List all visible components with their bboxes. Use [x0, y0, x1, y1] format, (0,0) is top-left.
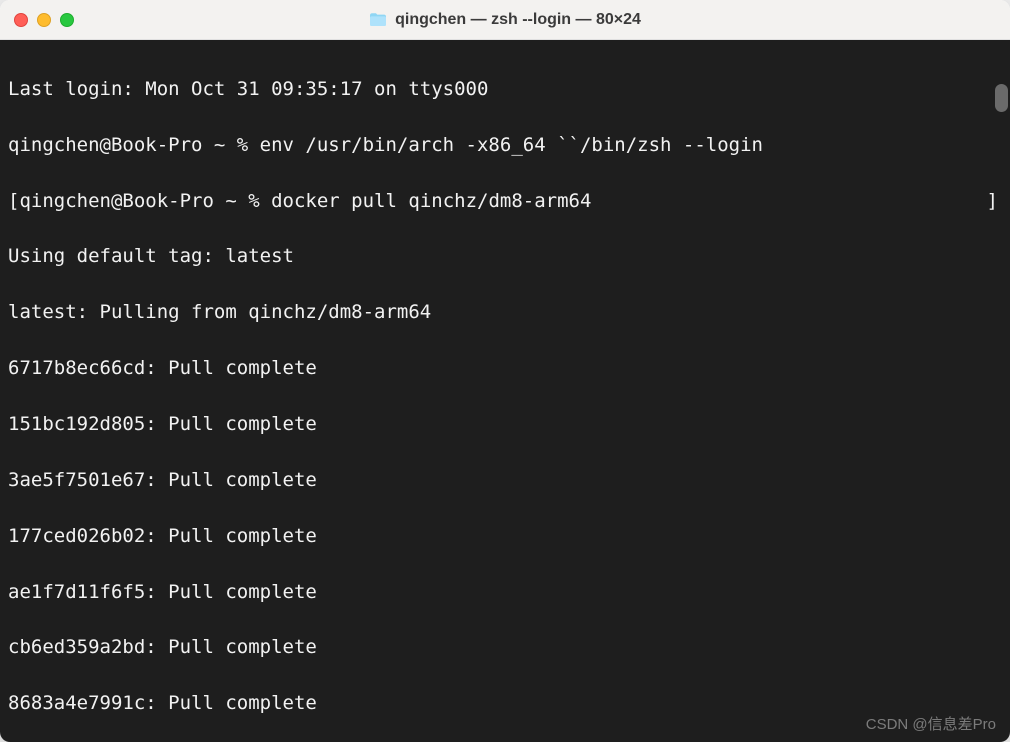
close-button[interactable] — [14, 13, 28, 27]
traffic-lights — [14, 13, 74, 27]
scrollbar-thumb[interactable] — [995, 84, 1008, 112]
folder-icon — [369, 12, 387, 27]
title-wrap: qingchen — zsh --login — 80×24 — [0, 11, 1010, 29]
terminal-line: 177ced026b02: Pull complete — [8, 523, 1002, 551]
terminal-body[interactable]: Last login: Mon Oct 31 09:35:17 on ttys0… — [0, 40, 1010, 742]
maximize-button[interactable] — [60, 13, 74, 27]
terminal-line: Using default tag: latest — [8, 243, 1002, 271]
terminal-line: latest: Pulling from qinchz/dm8-arm64 — [8, 299, 1002, 327]
terminal-line: 6717b8ec66cd: Pull complete — [8, 355, 1002, 383]
bracket-left: [ — [8, 188, 19, 216]
window-title: qingchen — zsh --login — 80×24 — [395, 11, 641, 29]
minimize-button[interactable] — [37, 13, 51, 27]
terminal-line: 3ae5f7501e67: Pull complete — [8, 467, 1002, 495]
titlebar[interactable]: qingchen — zsh --login — 80×24 — [0, 0, 1010, 40]
watermark: CSDN @信息差Pro — [866, 714, 996, 736]
terminal-line: Last login: Mon Oct 31 09:35:17 on ttys0… — [8, 76, 1002, 104]
terminal-line: ae1f7d11f6f5: Pull complete — [8, 579, 1002, 607]
terminal-line: [qingchen@Book-Pro ~ % docker pull qinch… — [8, 188, 1002, 216]
terminal-line: qingchen@Book-Pro ~ % env /usr/bin/arch … — [8, 132, 1002, 160]
terminal-window: qingchen — zsh --login — 80×24 Last logi… — [0, 0, 1010, 742]
terminal-line: 8683a4e7991c: Pull complete — [8, 690, 1002, 718]
terminal-line: 151bc192d805: Pull complete — [8, 411, 1002, 439]
terminal-line: cb6ed359a2bd: Pull complete — [8, 634, 1002, 662]
command-text: qingchen@Book-Pro ~ % docker pull qinchz… — [19, 188, 591, 216]
bracket-right: ] — [987, 188, 1002, 216]
